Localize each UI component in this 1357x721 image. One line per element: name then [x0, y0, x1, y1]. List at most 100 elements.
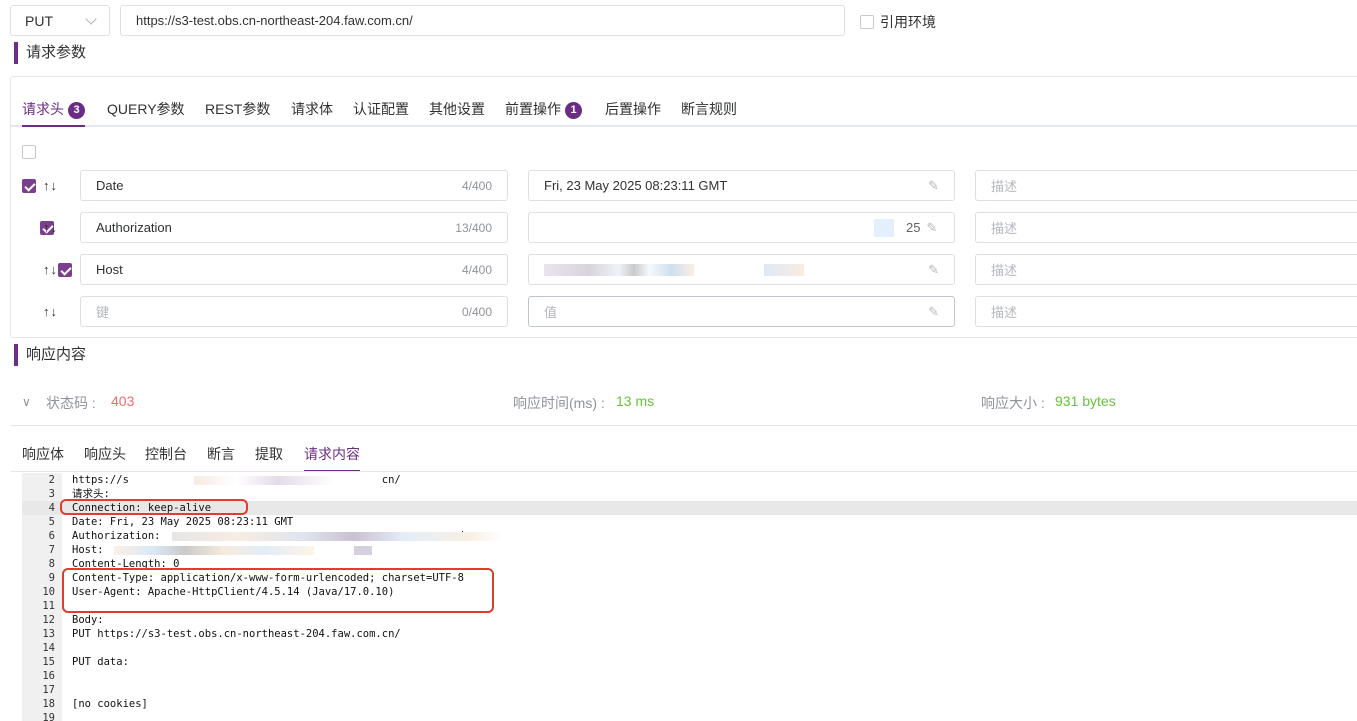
line-text: Host: [72, 544, 104, 556]
tab-label: QUERY参数 [107, 101, 185, 117]
tab-label: 其他设置 [429, 101, 485, 117]
code-line: 12 Body: [22, 613, 1357, 627]
tab-label: 请求体 [291, 101, 333, 117]
header-desc-field[interactable]: 描述 [975, 296, 1357, 327]
tab-headers[interactable]: 请求头 3 [22, 99, 85, 127]
redacted-block [172, 532, 502, 541]
tab-assert[interactable]: 断言 [207, 444, 235, 472]
sort-arrows-icon[interactable]: ↑↓ [43, 262, 58, 277]
tab-pre-ops[interactable]: 前置操作 1 [505, 99, 582, 127]
method-select[interactable]: PUT [10, 5, 110, 36]
edit-pen-icon[interactable]: ✎ [928, 304, 939, 320]
tab-body[interactable]: 请求体 [291, 99, 333, 127]
line-number: 13 [42, 628, 55, 640]
response-time-value: 13 ms [616, 393, 655, 409]
header-value-field[interactable]: 值 ✎ [528, 296, 955, 327]
code-line: 16 [22, 669, 1357, 683]
line-number: 19 [42, 712, 55, 721]
line-text: Body: [72, 614, 104, 626]
sort-arrows-icon[interactable]: ↑↓ [43, 304, 58, 319]
line-number: 14 [42, 642, 55, 654]
tab-label: 前置操作 [505, 101, 561, 117]
tab-other-settings[interactable]: 其他设置 [429, 99, 485, 127]
tab-assertions[interactable]: 断言规则 [681, 99, 737, 127]
header-key-field[interactable]: Authorization 13/400 [80, 212, 508, 243]
header-key-value: Authorization [96, 220, 172, 235]
code-line: 17 [22, 683, 1357, 697]
line-number: 7 [48, 544, 55, 556]
line-text: PUT data: [72, 656, 129, 668]
tab-label: 认证配置 [353, 101, 409, 117]
code-line: 5 Date: Fri, 23 May 2025 08:23:11 GMT [22, 515, 1357, 529]
char-count: 13/400 [455, 220, 492, 235]
tab-rest[interactable]: REST参数 [205, 99, 270, 127]
request-params-panel: 请求头 3 QUERY参数 REST参数 请求体 认证配置 其他设置 前置操作 1 … [10, 76, 1357, 338]
desc-placeholder: 描述 [991, 221, 1018, 236]
line-number: 2 [48, 474, 55, 486]
header-key-value: Host [96, 262, 123, 277]
line-number: 17 [42, 684, 55, 696]
tab-console[interactable]: 控制台 [145, 444, 187, 472]
char-count: 0/400 [461, 304, 492, 319]
line-number: 16 [42, 670, 55, 682]
line-text: PUT https://s3-test.obs.cn-northeast-204… [72, 628, 401, 640]
tab-request-content[interactable]: 请求内容 [304, 444, 360, 472]
line-number: 18 [42, 698, 55, 710]
tab-label: REST参数 [205, 101, 271, 117]
tab-badge: 1 [565, 102, 582, 119]
header-desc-field[interactable]: 描述 [975, 254, 1357, 285]
header-value-field[interactable]: Fri, 23 May 2025 08:23:11 GMT ✎ [528, 170, 955, 201]
url-input[interactable]: https://s3-test.obs.cn-northeast-204.faw… [120, 5, 845, 36]
response-size-label: 响应大小 : [981, 395, 1045, 411]
line-number: 12 [42, 614, 55, 626]
request-content-viewer[interactable]: 2 https://s cn/ 3 请求头: 4 Connection: keep-a… [22, 473, 1357, 721]
select-all-checkbox[interactable] [22, 145, 36, 159]
chevron-down-icon [85, 12, 97, 25]
edit-pen-icon[interactable]: ✎ [928, 178, 939, 194]
line-number: 4 [48, 502, 55, 514]
header-desc-field[interactable]: 描述 [975, 170, 1357, 201]
line-number: 8 [48, 558, 55, 570]
header-key-field[interactable]: 键 0/400 [80, 296, 508, 327]
char-count: 4/400 [461, 262, 492, 277]
header-value-field[interactable]: ✎ [528, 254, 955, 285]
line-number: 15 [42, 656, 55, 668]
collapse-chevron-icon[interactable]: ∨ [22, 395, 31, 409]
redacted-block [354, 546, 372, 555]
tab-label: 后置操作 [605, 101, 661, 117]
status-code-label: 状态码 : [46, 395, 96, 411]
redacted-block [544, 263, 694, 276]
tab-extract[interactable]: 提取 [255, 444, 283, 472]
line-number: 6 [48, 530, 55, 542]
header-key-field[interactable]: Host 4/400 [80, 254, 508, 285]
response-title: 响应内容 [14, 344, 86, 366]
edit-pen-icon[interactable]: ✎ [928, 262, 939, 278]
checkbox-icon[interactable] [860, 15, 874, 29]
header-value-field[interactable]: 25 ✎ [528, 212, 955, 243]
desc-placeholder: 描述 [991, 305, 1018, 320]
redacted-block [114, 546, 314, 555]
code-line: 19 [22, 711, 1357, 721]
row-checkbox[interactable] [57, 263, 72, 277]
use-env-checkbox[interactable]: 引用环境 [860, 12, 936, 32]
row-checkbox[interactable] [22, 179, 36, 193]
response-size-value: 931 bytes [1055, 393, 1116, 409]
sort-arrows-icon[interactable]: ↑↓ [43, 220, 58, 235]
tab-query[interactable]: QUERY参数 [107, 99, 185, 127]
tab-label: 断言规则 [681, 101, 737, 117]
code-line: 13 PUT https://s3-test.obs.cn-northeast-2… [22, 627, 1357, 641]
request-tabs: 请求头 3 QUERY参数 REST参数 请求体 认证配置 其他设置 前置操作 1 … [11, 77, 1357, 127]
tab-label: 请求头 [22, 101, 64, 117]
header-key-field[interactable]: Date 4/400 [80, 170, 508, 201]
header-key-value: Date [96, 178, 124, 193]
edit-pen-icon[interactable]: ✎ [926, 220, 937, 236]
response-time-label: 响应时间(ms) : [513, 395, 605, 411]
tab-response-headers[interactable]: 响应头 [84, 444, 126, 472]
tab-post-ops[interactable]: 后置操作 [605, 99, 661, 127]
key-placeholder: 键 [96, 305, 110, 320]
sort-arrows-icon[interactable]: ↑↓ [43, 178, 58, 193]
header-desc-field[interactable]: 描述 [975, 212, 1357, 243]
tab-auth[interactable]: 认证配置 [353, 99, 409, 127]
tab-response-body[interactable]: 响应体 [22, 444, 64, 472]
tab-badge: 3 [68, 102, 85, 119]
